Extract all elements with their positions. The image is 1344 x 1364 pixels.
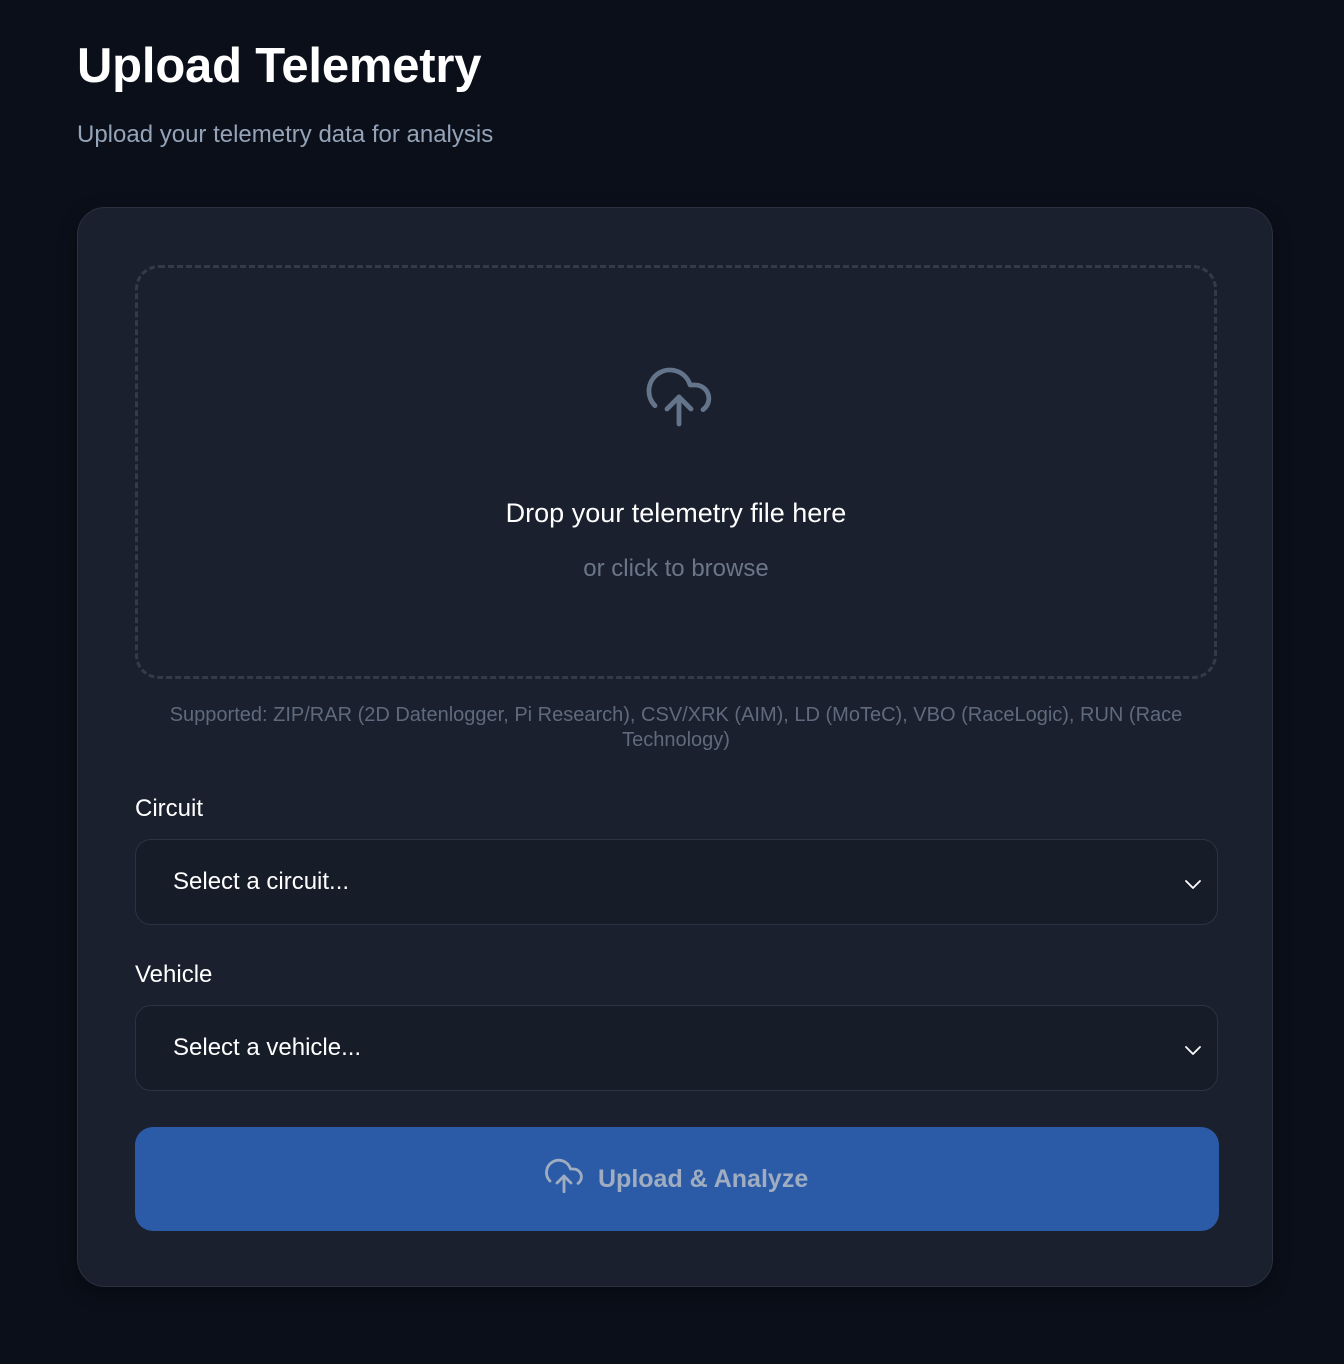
circuit-select[interactable]: Select a circuit... — [135, 839, 1218, 925]
chevron-down-icon — [1183, 1040, 1203, 1060]
vehicle-select-value: Select a vehicle... — [173, 1034, 362, 1061]
vehicle-select[interactable]: Select a vehicle... — [135, 1005, 1218, 1091]
upload-analyze-label: Upload & Analyze — [598, 1165, 809, 1193]
file-dropzone[interactable]: Drop your telemetry file here or click t… — [135, 265, 1217, 679]
cloud-upload-icon — [543, 1155, 585, 1197]
chevron-down-icon — [1183, 874, 1203, 894]
page-title: Upload Telemetry — [77, 39, 482, 93]
dropzone-title: Drop your telemetry file here — [505, 498, 847, 528]
dropzone-browse-hint: or click to browse — [583, 555, 769, 582]
cloud-upload-icon — [643, 361, 715, 433]
vehicle-label: Vehicle — [135, 961, 213, 988]
circuit-select-value: Select a circuit... — [173, 868, 350, 895]
supported-formats-text: Supported: ZIP/RAR (2D Datenlogger, Pi R… — [169, 704, 1183, 751]
page-subtitle: Upload your telemetry data for analysis — [77, 121, 494, 148]
circuit-label: Circuit — [135, 795, 204, 822]
upload-analyze-button[interactable]: Upload & Analyze — [135, 1127, 1219, 1231]
upload-card: Drop your telemetry file here or click t… — [77, 207, 1273, 1287]
